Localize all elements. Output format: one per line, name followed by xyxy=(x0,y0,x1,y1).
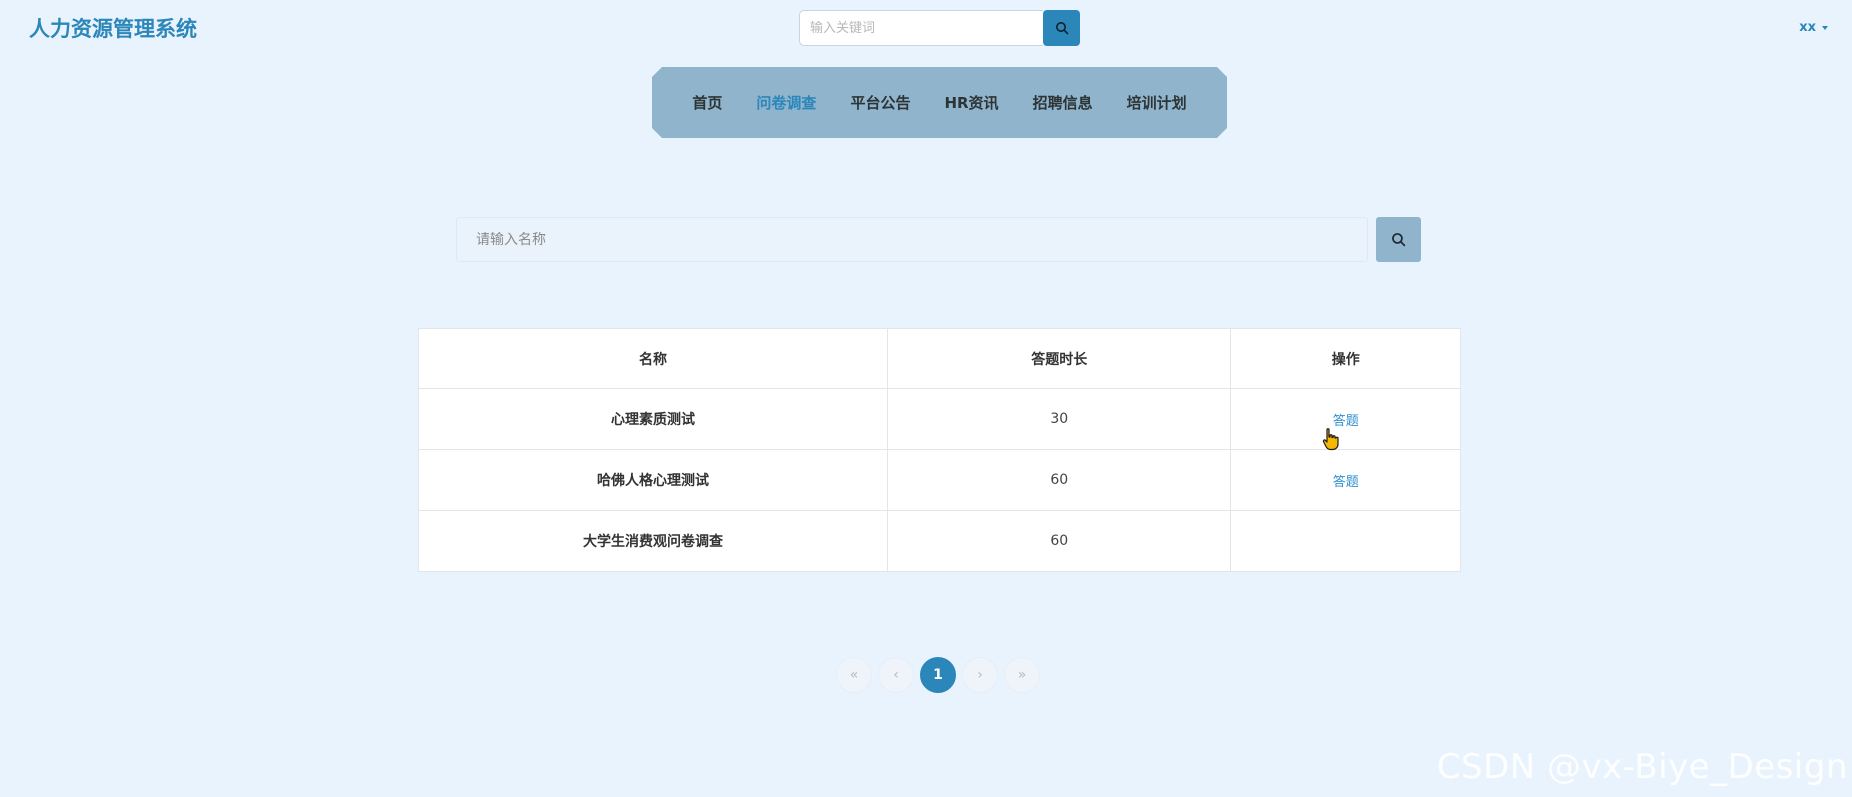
column-header-name: 名称 xyxy=(417,328,889,389)
table-row: 心理素质测试 30 答题 xyxy=(417,388,1461,450)
prev-page-button[interactable]: ‹ xyxy=(878,657,914,693)
survey-name: 哈佛人格心理测试 xyxy=(417,449,889,511)
survey-table: 名称 答题时长 操作 心理素质测试 30 答题 哈佛人格心理测试 60 答题 大… xyxy=(417,328,1461,572)
action-cell: 答题 xyxy=(1230,449,1461,511)
column-header-action: 操作 xyxy=(1230,328,1461,389)
nav-item-home[interactable]: 首页 xyxy=(692,92,722,113)
answer-link[interactable]: 答题 xyxy=(1333,475,1359,490)
search-icon xyxy=(1055,22,1068,35)
main-nav: 首页 问卷调查 平台公告 HR资讯 招聘信息 培训计划 xyxy=(652,67,1227,138)
first-page-button[interactable]: « xyxy=(836,657,872,693)
page-number-button[interactable]: 1 xyxy=(920,657,956,693)
chevron-down-icon xyxy=(1822,25,1828,30)
survey-duration: 30 xyxy=(887,388,1232,450)
last-page-button[interactable]: » xyxy=(1004,657,1040,693)
page: 人力资源管理系统 xx 首页 问卷调查 平台公告 HR资讯 招聘信息 培训计划 xyxy=(0,0,1852,797)
hand-pointer-cursor-icon xyxy=(1322,428,1339,451)
nav-item-hr-news[interactable]: HR资讯 xyxy=(944,92,998,113)
nav-item-announcements[interactable]: 平台公告 xyxy=(850,92,910,113)
survey-name: 大学生消费观问卷调查 xyxy=(417,510,889,572)
name-search-button[interactable] xyxy=(1376,217,1421,262)
nav-item-recruitment[interactable]: 招聘信息 xyxy=(1033,92,1093,113)
filter-bar xyxy=(456,217,1421,262)
header-search-button[interactable] xyxy=(1043,10,1080,46)
app-title: 人力资源管理系统 xyxy=(29,17,197,41)
search-icon xyxy=(1392,233,1406,247)
survey-name: 心理素质测试 xyxy=(417,388,889,450)
action-cell xyxy=(1230,510,1461,572)
table-header-row: 名称 答题时长 操作 xyxy=(417,328,1461,389)
nav-item-training[interactable]: 培训计划 xyxy=(1127,92,1187,113)
table-row: 哈佛人格心理测试 60 答题 xyxy=(417,449,1461,511)
header-search-input[interactable] xyxy=(799,10,1044,46)
next-page-button[interactable]: › xyxy=(962,657,998,693)
watermark: CSDN @vx-Biye_Design xyxy=(1436,747,1848,787)
pagination: « ‹ 1 › » xyxy=(836,657,1040,693)
survey-duration: 60 xyxy=(887,449,1232,511)
table-row: 大学生消费观问卷调查 60 xyxy=(417,510,1461,572)
action-cell: 答题 xyxy=(1230,388,1461,450)
user-name: xx xyxy=(1799,20,1816,35)
header-search xyxy=(799,10,1080,46)
survey-duration: 60 xyxy=(887,510,1232,572)
nav-item-survey[interactable]: 问卷调查 xyxy=(756,92,816,113)
name-search-input[interactable] xyxy=(456,217,1368,262)
column-header-duration: 答题时长 xyxy=(887,328,1232,389)
user-menu[interactable]: xx xyxy=(1799,20,1828,35)
